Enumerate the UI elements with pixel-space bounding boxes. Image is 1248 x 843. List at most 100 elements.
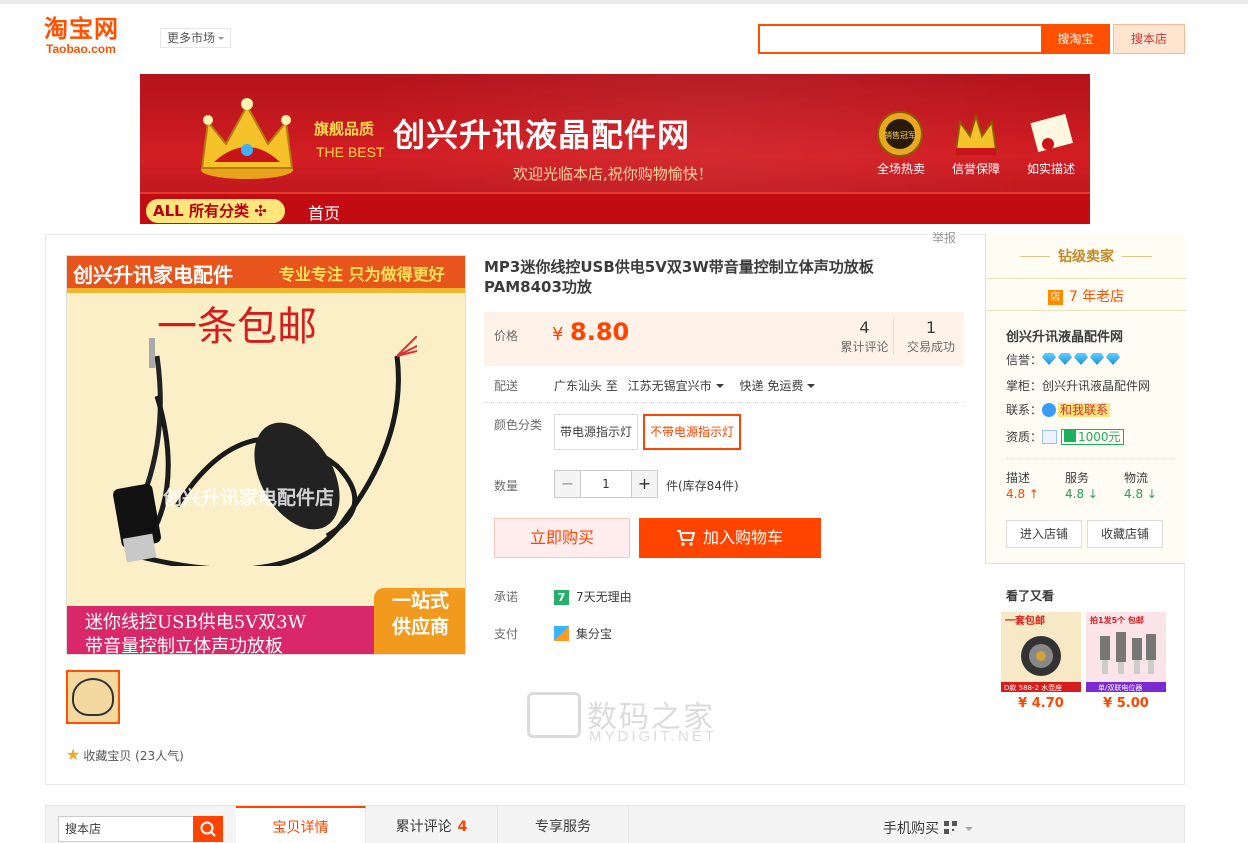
image-thumbnail[interactable] xyxy=(66,670,120,724)
deposit-icon xyxy=(1064,430,1077,442)
divider xyxy=(1006,458,1176,459)
price-currency: ¥ xyxy=(552,324,564,345)
diamond-icon xyxy=(1106,353,1121,365)
shop-search-button[interactable] xyxy=(193,816,223,842)
chevron-down-icon xyxy=(715,384,724,392)
all-categories-label: ALL 所有分类 xyxy=(153,202,249,220)
score-logistics-number: 4.8 xyxy=(1124,487,1144,501)
tab-reviews[interactable]: 累计评论 4 xyxy=(366,806,498,843)
seller-card: 钻级卖家 店7 年老店 创兴升讯液晶配件网 信誉： 掌柜：创兴升讯液晶配件网 联… xyxy=(985,234,1186,564)
search-taobao-button[interactable]: 搜淘宝 xyxy=(1041,24,1110,54)
badge-accurate-label: 如实描述 xyxy=(1026,162,1075,176)
image-brand-text: 创兴升讯家电配件 xyxy=(73,263,233,287)
deposit-badge[interactable]: 1000元 xyxy=(1061,429,1124,445)
logo-text-cn: 淘宝网 xyxy=(44,15,119,43)
wangwang-icon[interactable] xyxy=(1042,403,1057,417)
score-description: 描述 4.8 ↑ xyxy=(1006,470,1039,502)
buy-now-button[interactable]: 立即购买 xyxy=(494,518,630,558)
owner-name: 创兴升讯液晶配件网 xyxy=(1042,379,1151,393)
tab-reviews-count: 4 xyxy=(457,819,468,835)
score-service-label: 服务 xyxy=(1065,471,1090,485)
search-icon xyxy=(200,821,216,837)
seller-shop-name[interactable]: 创兴升讯液晶配件网 xyxy=(1006,326,1123,345)
ship-method-dropdown[interactable]: 快递 免运费 xyxy=(740,379,816,393)
ship-method-text: 快递 免运费 xyxy=(739,379,804,393)
score-description-label: 描述 xyxy=(1006,471,1031,485)
shop-search-input[interactable]: 搜本店 xyxy=(58,816,194,842)
quantity-increase-button[interactable]: + xyxy=(631,471,657,497)
also-viewed-item-2[interactable]: 拍1发5个 包邮 单/双联电位器 xyxy=(1086,612,1166,692)
arrow-down-icon: ↓ xyxy=(1087,487,1098,501)
add-to-cart-button[interactable]: 加入购物车 xyxy=(639,518,821,558)
credit-label: 信誉： xyxy=(1006,353,1043,367)
image-slogan-text: 专业专注 只为做得更好 xyxy=(279,265,445,284)
deal-count: 1 xyxy=(925,318,937,337)
color-option-with-light[interactable]: 带电源指示灯 xyxy=(554,414,639,450)
id-card-icon[interactable] xyxy=(1042,430,1058,444)
owner-label: 掌柜： xyxy=(1006,379,1043,393)
shop-age-text: 7 年老店 xyxy=(1068,289,1125,305)
also-viewed-price-1[interactable]: ¥ 4.70 xyxy=(1001,696,1081,711)
score-service-value: 4.8 ↓ xyxy=(1065,486,1098,502)
rec-item-1-tag-bottom: D款 588-2 水壶座 xyxy=(1004,683,1062,692)
quantity-input[interactable]: 1 xyxy=(582,471,630,497)
favorite-item-button[interactable]: ★ 收藏宝贝 (23人气) xyxy=(66,745,184,764)
all-categories-button[interactable]: ALL 所有分类 ✣ xyxy=(146,199,285,223)
badge-credit-label: 信誉保障 xyxy=(951,162,1000,176)
cart-icon xyxy=(676,530,696,546)
search-shop-button[interactable]: 搜本店 xyxy=(1113,24,1185,54)
tab-exclusive-service[interactable]: 专享服务 xyxy=(498,806,629,843)
also-viewed-item-1[interactable]: 一套包邮 D款 588-2 水壶座 xyxy=(1001,612,1081,692)
score-service: 服务 4.8 ↓ xyxy=(1065,470,1098,502)
product-title: MP3迷你线控USB供电5V双3W带音量控制立体声功放板PAM8403功放 xyxy=(484,258,874,296)
ship-to-text: 江苏无锡宜兴市 xyxy=(627,379,712,393)
small-crown-icon xyxy=(954,112,998,155)
tab-item-details[interactable]: 宝贝详情 xyxy=(236,806,366,843)
payment-info[interactable]: 集分宝 xyxy=(554,625,612,642)
nav-home-link[interactable]: 首页 xyxy=(308,200,340,224)
sales-champion-icon: 销售冠军 xyxy=(877,111,923,157)
diamond-icon xyxy=(1074,353,1089,365)
shipping-label: 配送 xyxy=(494,379,519,393)
contact-seller-button[interactable]: 和我联系 xyxy=(1058,403,1111,417)
mobile-buy-label: 手机购买 xyxy=(883,821,939,837)
report-link[interactable]: 举报 xyxy=(928,229,961,246)
detail-tab-bar: 搜本店 宝贝详情 累计评论 4 专享服务 手机购买 xyxy=(45,805,1185,843)
favorite-shop-button[interactable]: 收藏店铺 xyxy=(1087,520,1163,548)
taobao-logo[interactable]: 淘宝网 Taobao.com xyxy=(44,16,144,60)
price-box: 价格 ¥ 8.80 4 累计评论 1 交易成功 xyxy=(484,312,964,366)
review-count-stat[interactable]: 4 累计评论 xyxy=(836,318,894,355)
promise-info[interactable]: 7 7天无理由 xyxy=(554,588,632,605)
also-viewed-price-2[interactable]: ¥ 5.00 xyxy=(1086,696,1166,711)
shop-age: 店 7 年老店 xyxy=(986,286,1186,306)
diamond-icons[interactable] xyxy=(1042,353,1122,367)
mobile-buy-button[interactable]: 手机购买 xyxy=(883,818,973,838)
price-label: 价格 xyxy=(494,329,519,343)
contact-row: 联系： 和我联系 xyxy=(1006,401,1111,418)
color-option-no-light[interactable]: 不带电源指示灯 xyxy=(643,414,742,450)
seller-level: 钻级卖家 xyxy=(986,246,1186,266)
search-input[interactable] xyxy=(758,24,1041,54)
score-service-number: 4.8 xyxy=(1065,487,1085,501)
enter-shop-button[interactable]: 进入店铺 xyxy=(1006,520,1082,548)
main-product-image[interactable]: 创兴升讯家电配件 专业专注 只为做得更好 一条包邮 创兴升讯家电配件店 迷你线控… xyxy=(66,255,466,655)
one-stop-line2: 供应商 xyxy=(391,616,449,638)
deposit-amount: 1000元 xyxy=(1078,430,1121,444)
chevron-down-icon xyxy=(807,384,816,392)
deal-count-stat: 1 交易成功 xyxy=(902,318,960,355)
taobao-product-page: 淘宝网 Taobao.com 更多市场 搜淘宝 搜本店 旗舰品质 THE BES… xyxy=(0,0,1248,843)
tab-reviews-label: 累计评论 xyxy=(395,819,452,835)
contact-label: 联系： xyxy=(1006,403,1043,417)
promise-label: 承诺 xyxy=(494,590,519,604)
more-markets-dropdown[interactable]: 更多市场 xyxy=(160,28,232,48)
scroll-icon xyxy=(1030,113,1074,153)
diamond-icon xyxy=(1090,353,1105,365)
ship-to-dropdown[interactable]: 江苏无锡宜兴市 xyxy=(628,379,724,393)
sales-champion-icon-text: 销售冠军 xyxy=(884,130,916,140)
price-value: 8.80 xyxy=(570,318,630,346)
quantity-decrease-button[interactable]: − xyxy=(555,471,581,497)
favorite-label: 收藏宝贝 (23人气) xyxy=(83,749,184,763)
divider xyxy=(484,402,964,403)
rec-item-2-tag-bottom: 单/双联电位器 xyxy=(1098,683,1142,692)
arrow-down-icon: ↓ xyxy=(1146,487,1157,501)
